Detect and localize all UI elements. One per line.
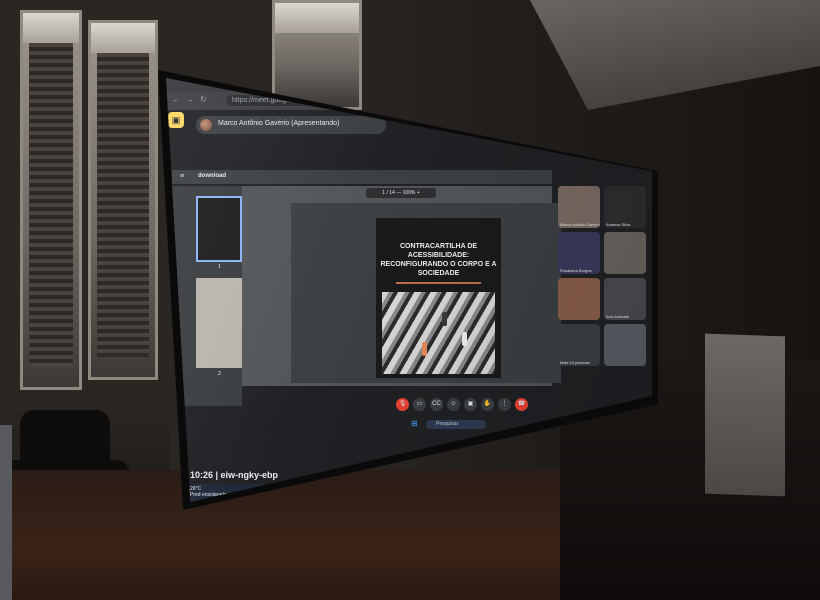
wall-panel: [705, 333, 785, 497]
thumbnail-page[interactable]: [196, 278, 242, 368]
menu-icon[interactable]: ≡: [180, 173, 184, 180]
participant-tile[interactable]: [558, 278, 600, 320]
arrow-right-icon[interactable]: →: [186, 95, 194, 104]
participant-name: Marco Antônio Gavério: [560, 222, 600, 227]
participant-name: Ananias Silva: [606, 222, 631, 227]
present-icon[interactable]: ▣: [168, 112, 184, 128]
emoji-icon[interactable]: ☺: [447, 398, 460, 411]
participant-tile[interactable]: [604, 232, 646, 274]
participant-grid: Marco Antônio Gavério Ananias Silva Rosali…: [558, 186, 650, 426]
search-input[interactable]: Pesquisar: [426, 420, 486, 429]
participant-tile[interactable]: [604, 324, 646, 366]
page-zoom-control[interactable]: 1 / 14 — 100% +: [366, 188, 436, 198]
window-back: [272, 0, 362, 110]
doc-title: download: [198, 173, 226, 179]
participant-tile[interactable]: Ananias Silva: [604, 186, 646, 228]
participant-name: Ana Andrade: [606, 314, 630, 319]
slide-illustration: [382, 292, 495, 374]
participant-tile[interactable]: Marco Antônio Gavério: [558, 186, 600, 228]
more-icon[interactable]: ⋮: [498, 398, 511, 411]
presenter-name: Marco Antônio Gavério (Apresentando): [218, 120, 340, 127]
call-controls: 🎙 ▭ CC ☺ ▣ ✋ ⋮ ☎: [396, 398, 556, 418]
window-left: [20, 10, 82, 390]
participant-name: Rosaliana Burgos: [560, 268, 592, 273]
raise-hand-icon[interactable]: ✋: [481, 398, 494, 411]
thumbnail-page[interactable]: [196, 196, 242, 262]
windows-icon[interactable]: ⊞: [411, 420, 419, 428]
mic-off-icon[interactable]: 🎙: [396, 398, 409, 411]
participant-name: Mais 15 pessoas: [560, 360, 591, 365]
present-icon[interactable]: ▣: [464, 398, 477, 411]
reload-icon[interactable]: ↻: [200, 95, 207, 104]
window-shutter: [88, 20, 158, 380]
slide-cover: CONTRACARTILHA DE ACESSIBILIDADE: RECONF…: [376, 218, 501, 378]
end-call-icon[interactable]: ☎: [515, 398, 528, 411]
thumbnail-number: 1: [218, 264, 221, 270]
participant-tile[interactable]: Rosaliana Burgos: [558, 232, 600, 274]
meeting-time-code: 10:26 | eiw-ngky-ebp: [190, 470, 279, 480]
participant-tile[interactable]: Mais 15 pessoas: [558, 324, 600, 366]
slide-title: CONTRACARTILHA DE ACESSIBILIDADE: RECONF…: [380, 243, 497, 277]
thumbnail-number: 2: [218, 371, 221, 377]
doc-toolbar: ≡ download: [172, 170, 552, 184]
divider: [396, 282, 481, 284]
edge-object: [0, 425, 12, 600]
avatar: [200, 119, 212, 131]
participant-tile[interactable]: Ana Andrade: [604, 278, 646, 320]
arrow-left-icon[interactable]: ←: [172, 95, 180, 104]
captions-icon[interactable]: CC: [430, 398, 443, 411]
camera-icon[interactable]: ▭: [413, 398, 426, 411]
